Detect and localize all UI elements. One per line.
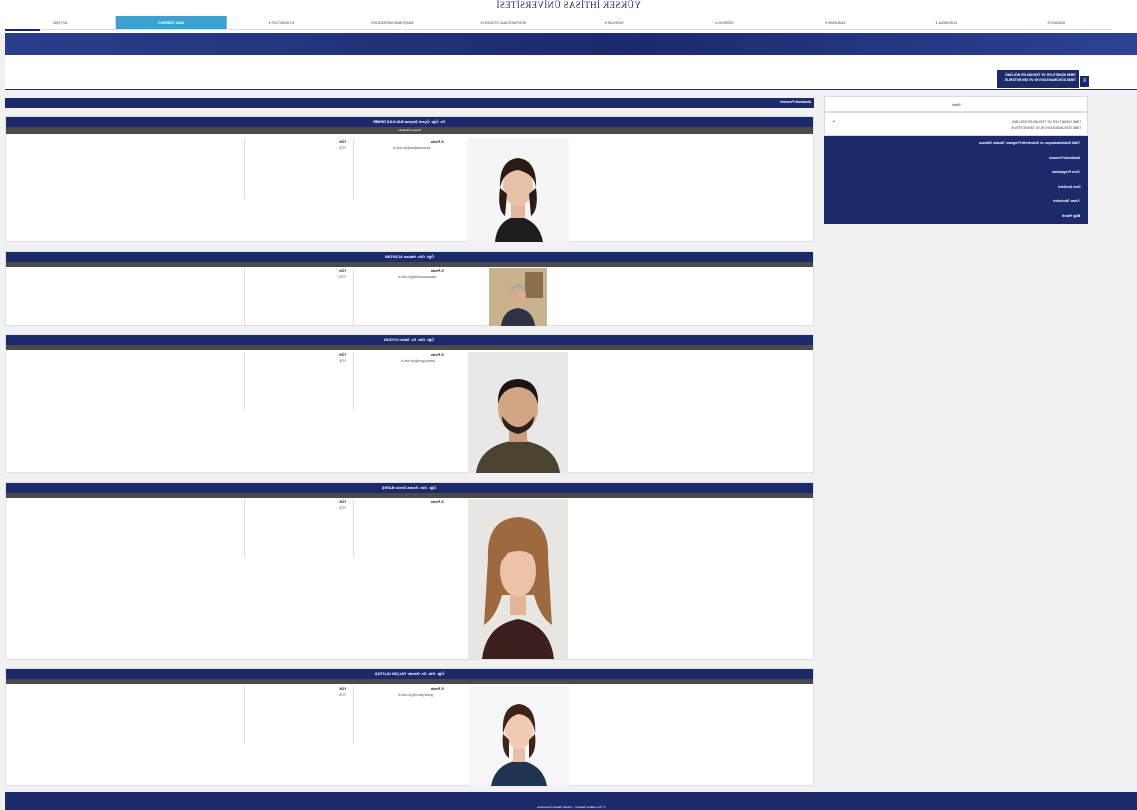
bullet-icon: • [833,119,835,125]
sidebar-item-course-contents[interactable]: Ders İçerikleri [824,180,1088,195]
section-title-bar: Akademik Personel [5,98,814,108]
section-title: Akademik Personel [779,100,811,104]
sidebar-item-label: Ders Programları [1052,170,1080,175]
staff-name: Öğr. Gör. Dr. Gözde YALÇIN ULUTAŞ [374,671,445,676]
staff-card: Öğr. Gör. Hakan ACAYDIN E-Posta hakanaca… [5,251,814,326]
staff-name: Öğr. Gör. Dr. Sabri UYGUN [384,337,435,342]
staff-card: Dr. Öğr. Üyesi Şeyma BALKAŞ DEMİR Progra… [5,116,814,242]
nav-item[interactable]: İLETİŞİM [5,16,116,29]
column-divider [353,268,354,326]
column-divider [244,499,245,557]
yok-label: YÖK [339,500,347,504]
column-divider [353,686,354,744]
sidebar-item-course-schedules[interactable]: Ders Programları [824,165,1088,180]
footer: © Tüm Hakları Saklıdır - Yüksek İhtisas … [5,792,1137,810]
department-menu-toggle[interactable]: ≡ [1080,76,1089,87]
header: YÜKSEK İHTİSAS ÜNİVERSİTESİ İLETİŞİM ADAY… [0,0,1137,33]
staff-photo [489,268,547,326]
staff-card: Öğr. Gör. Esma Deniz BARIŞ E-Posta YÖK Y… [5,482,814,660]
email-value[interactable]: sabriuygun@yiu.edu.tr [401,359,435,363]
staff-role-bar [6,679,813,684]
staff-name: Öğr. Gör. Hakan ACAYDIN [384,254,435,259]
main-nav: İLETİŞİM ADAY ÖĞRENCİ E-HİZMETLER ▾ ARAŞTIR… [5,16,1112,30]
nav-item[interactable]: ANASAYFA [1001,16,1112,29]
footer-text: © Tüm Hakları Saklıdır - Yüksek İhtisas … [536,805,606,809]
staff-name-bar: Öğr. Gör. Dr. Sabri UYGUN [6,335,813,345]
sidebar-item-label: Ders İçerikleri [1057,184,1080,189]
staff-role-bar [6,262,813,267]
email-value[interactable]: seymabalkas@yiu.edu.tr [393,146,430,150]
sidebar-item-label: Akademik Personel [1048,155,1080,160]
staff-name-bar: Öğr. Gör. Esma Deniz BARIŞ [6,483,813,493]
staff-name: Dr. Öğr. Üyesi Şeyma BALKAŞ DEMİR [373,119,446,124]
department-title-line2: TIBBİ DÖKÜMANTASYON VE SEKRETERLİK [1004,78,1076,82]
staff-card: Öğr. Gör. Dr. Sabri UYGUN E-Posta sabriu… [5,334,814,473]
email-value[interactable]: hakanacaydin@yiu.edu.tr [398,275,436,279]
staff-name-bar: Öğr. Gör. Dr. Gözde YALÇIN ULUTAŞ [6,669,813,679]
sidebar-department-line1: TIBBİ HİZMETLER VE TEKNİKLER BÖLÜMÜ [1011,120,1081,124]
staff-role: Program Başkanı [397,128,422,132]
staff-name: Öğr. Gör. Esma Deniz BARIŞ [382,485,437,490]
yok-label: YÖK [339,687,347,691]
staff-photo [469,686,569,786]
email-label: E-Posta [431,269,444,273]
column-divider [353,139,354,199]
column-divider [244,686,245,744]
nav-item[interactable]: AKADEMİK ▾ [780,16,891,29]
staff-name-bar: Öğr. Gör. Hakan ACAYDIN [6,252,813,262]
column-divider [244,139,245,199]
nav-item[interactable]: YAYINLAR ▾ [559,16,670,29]
email-label: E-Posta [431,500,444,504]
staff-photo [468,352,568,473]
yok-label: YÖK [339,353,347,357]
nav-item[interactable]: ARAŞTIRMA MERKEZLERİ [337,16,448,29]
staff-card: Öğr. Gör. Dr. Gözde YALÇIN ULUTAŞ E-Post… [5,668,814,786]
sidebar-menu: Tıbbi Dokümantasyon ve Sekreterlik Progr… [824,136,1088,224]
staff-name-bar: Dr. Öğr. Üyesi Şeyma BALKAŞ DEMİR [6,117,813,127]
email-value[interactable]: gozdeyalcin@yiu.edu.tr [398,693,433,697]
email-label: E-Posta [431,687,444,691]
sidebar-item-label: Bilgi Paketi [1061,213,1080,218]
staff-role-bar [6,345,813,350]
column-divider [244,268,245,326]
yok-link[interactable]: YÖK [339,693,346,697]
sidebar-item-exam-calendar[interactable]: Sınav Takvimleri [824,194,1088,209]
sidebar-item-academic-staff[interactable]: Akademik Personel [824,151,1088,166]
nav-item[interactable]: ADAY ÖĞRENCİ [115,16,227,29]
staff-role-bar: Program Başkanı [6,127,813,134]
page: YÜKSEK İHTİSAS ÜNİVERSİTESİ İLETİŞİM ADAY… [0,0,1137,810]
sidebar-item-video[interactable]: Tıbbi Dokümantasyon ve Sekreterlik Progr… [824,136,1088,151]
department-title[interactable]: TIBBİ HİZMETLER VE TEKNİKLER BÖLÜMÜ TIBB… [997,70,1079,88]
yok-link[interactable]: YÖK [339,275,346,279]
yok-label: YÖK [339,140,347,144]
nav-item[interactable]: E-HİZMETLER ▾ [226,16,337,29]
sidebar-heading-label: Birimi [951,103,961,107]
column-divider [353,499,354,557]
nav-active-underline [5,29,40,31]
staff-photo [468,499,568,659]
yok-label: YÖK [339,269,347,273]
yok-link[interactable]: YÖK [339,506,346,510]
hero-banner [5,33,1137,55]
email-label: E-Posta [431,353,444,357]
email-label: E-Posta [431,140,444,144]
sidebar-item-label: Tıbbi Dokümantasyon ve Sekreterlik Progr… [978,141,1080,145]
yok-link[interactable]: YÖK [339,146,346,150]
department-bar [5,55,1137,90]
sidebar-department-line2: TIBBİ DÖKÜMANTASYON VE SEKRETERLİK [1010,126,1081,130]
sidebar-heading: Birimi [824,96,1088,112]
sidebar-department[interactable]: • TIBBİ HİZMETLER VE TEKNİKLER BÖLÜMÜ TI… [824,112,1088,136]
nav-item[interactable]: KURUMSAL ▾ [891,16,1002,29]
staff-photo [467,138,569,242]
column-divider [353,352,354,410]
nav-item[interactable]: ÖĞRENCİ ▾ [669,16,780,29]
staff-role-bar [6,493,813,498]
nav-item[interactable]: INTERNATIONAL STUDENTS [448,16,559,29]
site-title[interactable]: YÜKSEK İHTİSAS ÜNİVERSİTESİ [0,0,1137,10]
column-divider [244,352,245,410]
yok-link[interactable]: YÖK [339,359,346,363]
sidebar-item-info-package[interactable]: Bilgi Paketi [824,209,1088,224]
sidebar-item-label: Sınav Takvimleri [1053,199,1080,204]
